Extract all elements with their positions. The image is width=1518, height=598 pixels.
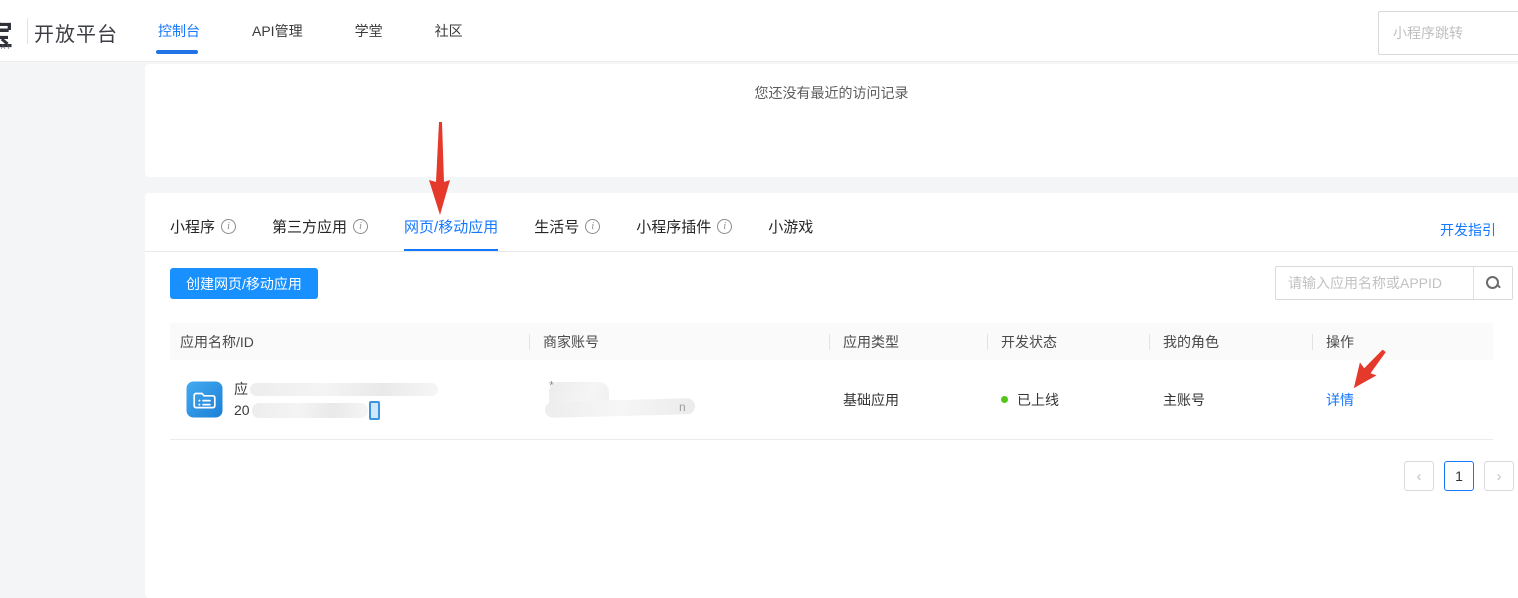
col-header-dev-status: 开发状态 — [988, 332, 1150, 352]
app-id-visible-fragment: 20 — [234, 402, 250, 418]
col-header-actions: 操作 — [1313, 332, 1493, 352]
app-name-visible-fragment: 应 — [234, 381, 248, 397]
app-name-id-block: 应 20 — [234, 379, 438, 421]
app-list-card: 小程序 i 第三方应用 i 网页/移动应用 生活号 i 小程序插件 i 小游戏 … — [145, 193, 1518, 598]
tab-life-account[interactable]: 生活号 i — [534, 216, 600, 239]
status-text: 已上线 — [1017, 390, 1059, 410]
page: 宝 AY 开放平台 控制台 API管理 学堂 社区 您还没有最近的访问记录 小程… — [0, 0, 1518, 598]
recent-visits-empty-text: 您还没有最近的访问记录 — [145, 83, 1518, 103]
tab-label: 小程序 — [170, 216, 215, 237]
redacted-app-id — [252, 403, 368, 418]
tab-label: 小程序插件 — [636, 216, 711, 237]
tab-minigame[interactable]: 小游戏 — [768, 216, 813, 239]
tab-label: 生活号 — [534, 216, 579, 237]
chevron-right-icon: › — [1497, 468, 1502, 485]
actions-cell: 详情 — [1313, 390, 1493, 410]
tab-label: 第三方应用 — [272, 216, 347, 237]
redacted-merchant-account: * n — [543, 380, 723, 420]
table-header-row: 应用名称/ID 商家账号 应用类型 开发状态 我的角色 操作 — [170, 323, 1493, 360]
status-online-dot — [1001, 396, 1008, 403]
search-button[interactable] — [1473, 267, 1512, 299]
status-wrap: 已上线 — [1001, 390, 1150, 410]
pagination-prev-button[interactable]: ‹ — [1404, 461, 1434, 491]
col-header-my-role: 我的角色 — [1150, 332, 1313, 352]
logo-subtext: AY — [1, 45, 13, 51]
col-header-app-type: 应用类型 — [830, 332, 988, 352]
app-search-input[interactable] — [1276, 267, 1473, 299]
chevron-left-icon: ‹ — [1417, 468, 1422, 485]
alipay-logo-fragment: 宝 AY — [0, 12, 18, 54]
app-search-box — [1275, 266, 1513, 300]
tab-label: 小游戏 — [768, 216, 813, 237]
nav-item-console[interactable]: 控制台 — [158, 0, 200, 62]
pagination: ‹ 1 › — [1404, 461, 1514, 491]
app-type-tabs: 小程序 i 第三方应用 i 网页/移动应用 生活号 i 小程序插件 i 小游戏 — [145, 193, 1518, 252]
create-web-mobile-app-button[interactable]: 创建网页/移动应用 — [170, 268, 318, 299]
page-title: 开放平台 — [34, 18, 118, 47]
app-name-cell: 应 20 — [170, 379, 530, 421]
info-icon[interactable]: i — [221, 219, 236, 234]
search-icon — [1485, 275, 1501, 291]
merchant-tail-fragment: n — [679, 400, 686, 414]
redaction-blob — [545, 398, 695, 418]
tab-miniapp-plugin[interactable]: 小程序插件 i — [636, 216, 732, 239]
info-icon[interactable]: i — [585, 219, 600, 234]
my-role-cell: 主账号 — [1150, 390, 1313, 410]
info-icon[interactable]: i — [717, 219, 732, 234]
tab-web-mobile-app[interactable]: 网页/移动应用 — [404, 216, 498, 239]
col-header-app-name-id: 应用名称/ID — [170, 332, 530, 352]
top-header-bar: 宝 AY 开放平台 控制台 API管理 学堂 社区 — [0, 0, 1518, 62]
pagination-page-1[interactable]: 1 — [1444, 461, 1474, 491]
tab-miniapp[interactable]: 小程序 i — [170, 216, 236, 239]
app-icon — [186, 381, 223, 418]
miniapp-jump-input[interactable] — [1378, 11, 1518, 55]
detail-link[interactable]: 详情 — [1326, 392, 1354, 408]
info-icon[interactable]: i — [353, 219, 368, 234]
app-type-cell: 基础应用 — [830, 390, 988, 410]
app-id-line: 20 — [234, 400, 438, 421]
redacted-app-name — [250, 383, 438, 396]
app-table: 应用名称/ID 商家账号 应用类型 开发状态 我的角色 操作 — [170, 323, 1493, 440]
dev-guide-link[interactable]: 开发指引 — [1440, 220, 1496, 240]
dev-status-cell: 已上线 — [988, 390, 1150, 410]
app-name-line: 应 — [234, 379, 438, 400]
col-header-merchant-account: 商家账号 — [530, 332, 830, 352]
nav-item-school[interactable]: 学堂 — [355, 0, 383, 62]
selection-highlight — [369, 401, 380, 420]
tab-label: 网页/移动应用 — [404, 216, 498, 237]
merchant-account-cell: * n — [530, 380, 830, 420]
tab-third-party-app[interactable]: 第三方应用 i — [272, 216, 368, 239]
nav-item-api[interactable]: API管理 — [252, 0, 303, 62]
nav-item-community[interactable]: 社区 — [435, 0, 463, 62]
pagination-next-button[interactable]: › — [1484, 461, 1514, 491]
table-row: 应 20 * n 基础应用 — [170, 360, 1493, 440]
logo-divider — [27, 18, 28, 44]
top-navigation: 控制台 API管理 学堂 社区 — [158, 0, 515, 62]
recent-visits-card: 您还没有最近的访问记录 — [145, 64, 1518, 177]
